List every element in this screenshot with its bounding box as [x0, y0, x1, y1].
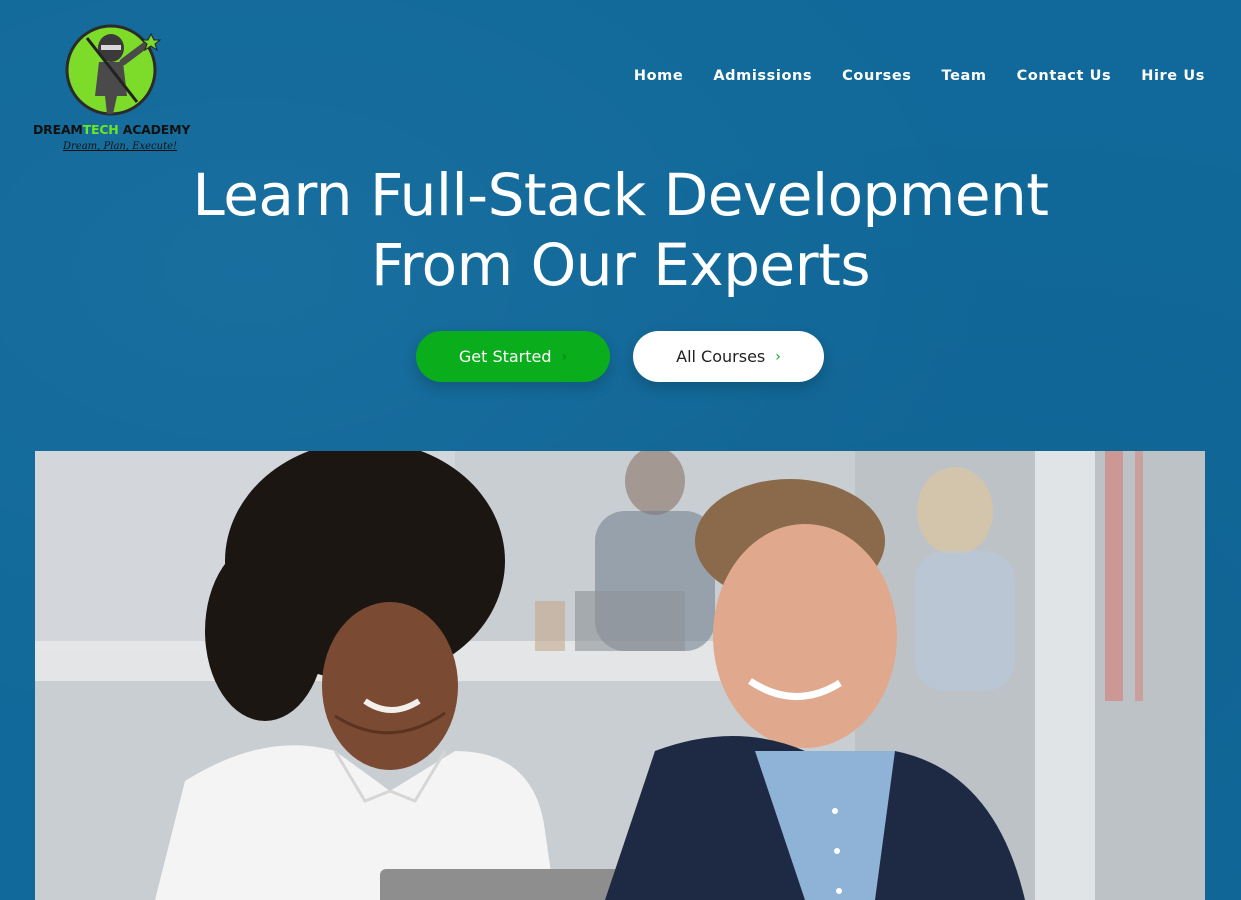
students-photo-illustration: [35, 451, 1205, 900]
hero-photo: [35, 451, 1205, 900]
hero-title: Learn Full-Stack Development From Our Ex…: [0, 160, 1241, 300]
nav-item-courses[interactable]: Courses: [842, 68, 911, 84]
nav-item-home[interactable]: Home: [634, 68, 683, 84]
brand-name: DREAMTECH ACADEMY: [33, 122, 191, 137]
hero-title-line-2: From Our Experts: [370, 231, 871, 299]
brand-tagline: Dream, Plan, Execute!: [63, 141, 178, 152]
all-courses-label: All Courses: [676, 347, 766, 366]
brand-logo[interactable]: DREAMTECH ACADEMY Dream, Plan, Execute!: [33, 18, 191, 163]
nav-item-contact-us[interactable]: Contact Us: [1017, 68, 1112, 84]
hero-title-line-1: Learn Full-Stack Development: [192, 161, 1049, 229]
get-started-button[interactable]: Get Started ›: [416, 331, 610, 382]
chevron-right-icon: ›: [561, 348, 568, 365]
main-nav: Home Admissions Courses Team Contact Us …: [634, 68, 1205, 84]
ninja-mascot-icon: [65, 24, 162, 116]
nav-item-team[interactable]: Team: [942, 68, 987, 84]
nav-item-hire-us[interactable]: Hire Us: [1141, 68, 1205, 84]
nav-item-admissions[interactable]: Admissions: [713, 68, 812, 84]
all-courses-button[interactable]: All Courses ›: [633, 331, 824, 382]
get-started-label: Get Started: [458, 347, 552, 366]
chevron-right-icon: ›: [775, 348, 781, 365]
